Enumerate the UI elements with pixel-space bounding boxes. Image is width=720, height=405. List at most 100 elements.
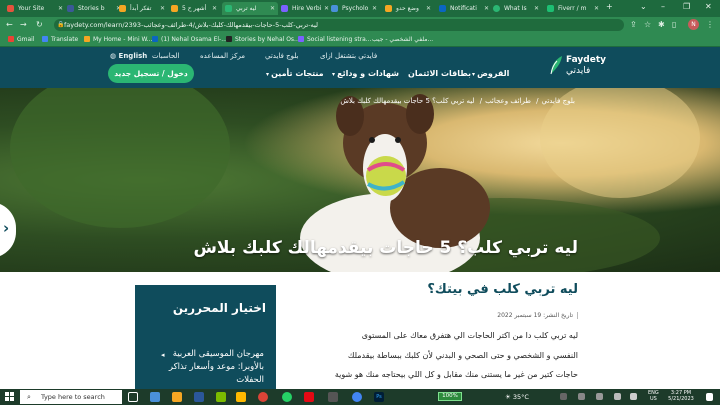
app-icon[interactable] <box>172 392 182 402</box>
close-icon[interactable]: ✕ <box>534 2 539 15</box>
extensions-icon[interactable]: ✱ <box>658 20 665 30</box>
minimize-icon[interactable]: – <box>661 2 665 11</box>
tray-icon[interactable] <box>578 393 585 400</box>
close-icon[interactable]: ✕ <box>594 2 599 15</box>
link-help-center[interactable]: مركز المساعده <box>200 52 245 60</box>
bookmarks-bar: Gmail Translate My Home - Mini W... (1) … <box>0 33 720 47</box>
tray-icon[interactable] <box>596 393 603 400</box>
bookmark-gmail[interactable]: Gmail <box>8 33 35 47</box>
photoshop-icon[interactable]: Ps <box>374 392 384 402</box>
app-icon[interactable] <box>352 392 362 402</box>
logo-text-ar[interactable]: فايدتي <box>566 66 590 76</box>
weather-widget[interactable]: ☀ 35°C <box>505 390 529 404</box>
browser-tab[interactable]: Fiverr / m ✕ <box>544 2 602 15</box>
publish-date: تاريخ النشر: 19 سبتمبر 2022 <box>497 312 578 319</box>
tray-icon[interactable] <box>560 393 567 400</box>
hero-banner: بلوج فايدتي/ طرائف وعجائب/ ليه تربي كلب؟… <box>0 88 720 272</box>
share-icon[interactable]: ⇪ <box>630 20 637 30</box>
tab-search-icon[interactable]: ⌄ <box>640 2 647 11</box>
nav-savings[interactable]: ▾ شهادات و ودائع <box>332 69 399 78</box>
browser-tab[interactable]: Notificati ✕ <box>436 2 492 15</box>
task-view-icon[interactable] <box>128 392 138 402</box>
editors-picks-panel: اختيار المحررين مهرجان الموسيقى العربية … <box>135 285 276 389</box>
taskbar-search-input[interactable]: ⌕ Type here to search <box>20 390 122 404</box>
tab-favicon <box>385 5 392 12</box>
bookmark-my-home[interactable]: My Home - Mini W... <box>84 33 153 47</box>
link-calculators[interactable]: الحاسبات <box>152 52 179 60</box>
browser-tab[interactable]: وضع حدو ✕ <box>382 2 434 15</box>
app-icon[interactable] <box>194 392 204 402</box>
browser-tab[interactable]: What Is ✕ <box>490 2 542 15</box>
editors-pick-link[interactable]: مهرجان الموسيقى العربية بالأوبرا: موعد و… <box>164 348 264 387</box>
nav-credit-cards[interactable]: بطاقات الائتمان <box>408 69 471 78</box>
url-text[interactable]: faydety.com/learn/2393-ليه-تربي-كلب-5-حا… <box>64 19 318 31</box>
app-icon[interactable] <box>304 392 314 402</box>
login-register-button[interactable]: دخول / تسجيل جديد <box>108 64 194 83</box>
bookmark-translate[interactable]: Translate <box>42 33 78 47</box>
browser-tab-active[interactable]: ليه تربي ✕ <box>222 2 278 15</box>
menu-kebab-icon[interactable]: ⋮ <box>706 20 714 30</box>
breadcrumb-item[interactable]: بلوج فايدتي <box>541 97 575 105</box>
reload-icon[interactable]: ↻ <box>36 20 43 30</box>
new-tab-icon[interactable]: + <box>606 2 613 11</box>
sidepanel-icon[interactable]: ▯ <box>672 20 676 30</box>
search-icon: ⌕ <box>27 393 31 401</box>
close-icon[interactable]: ✕ <box>484 2 489 15</box>
app-icon[interactable] <box>216 392 226 402</box>
tab-favicon <box>7 5 14 12</box>
bookmark-stories[interactable]: Stories by Nehal Os... <box>226 33 300 47</box>
logo-text-en[interactable]: Faydety <box>566 55 606 65</box>
close-icon[interactable]: ✕ <box>372 2 377 15</box>
input-language-indicator[interactable]: ENG US <box>648 390 659 402</box>
tab-favicon <box>331 5 338 12</box>
system-clock[interactable]: 3:27 PM 5/21/2023 <box>664 390 698 402</box>
windows-start-icon[interactable] <box>5 392 14 401</box>
app-icon[interactable] <box>328 392 338 402</box>
back-icon[interactable]: ← <box>6 20 13 30</box>
close-icon[interactable]: ✕ <box>270 2 275 15</box>
tab-favicon <box>225 5 232 12</box>
nav-loans[interactable]: ▾ القروض <box>472 69 509 78</box>
close-window-icon[interactable]: ✕ <box>705 2 712 11</box>
weather-icon: ☀ <box>505 393 513 401</box>
profile-avatar[interactable]: N <box>688 19 699 30</box>
close-icon[interactable]: ✕ <box>58 2 63 15</box>
bookmark-star-icon[interactable]: ☆ <box>644 20 651 30</box>
browser-tab[interactable]: Your Site ✕ <box>4 2 66 15</box>
notifications-icon[interactable] <box>706 393 713 401</box>
close-icon[interactable]: ✕ <box>426 2 431 15</box>
browser-tab[interactable]: Psycholo ✕ <box>328 2 380 15</box>
app-icon[interactable] <box>150 392 160 402</box>
battery-indicator[interactable]: 100% <box>438 392 462 401</box>
app-icon[interactable] <box>236 392 246 402</box>
tab-favicon <box>171 5 178 12</box>
volume-icon[interactable] <box>630 393 637 400</box>
link-blog[interactable]: بلوج فايدتي <box>265 52 299 60</box>
close-icon[interactable]: ✕ <box>160 2 165 15</box>
browser-tab[interactable]: Stories b✕ <box>64 2 124 15</box>
forward-icon[interactable]: → <box>20 20 27 30</box>
link-how-it-works[interactable]: فايدتي بتشتغل ازاى <box>320 52 377 60</box>
bookmark-social-listening[interactable]: Social listening stra... <box>298 33 372 47</box>
language-switch[interactable]: ◍ English <box>110 52 147 60</box>
bookmark-linkedin[interactable]: (1) Nehal Osama El-... <box>152 33 227 47</box>
tab-favicon <box>439 5 446 12</box>
whatsapp-icon[interactable] <box>282 392 292 402</box>
restore-icon[interactable]: ❐ <box>683 2 690 11</box>
browser-tab[interactable]: تفكر أبدأ ✕ <box>116 2 168 15</box>
faydety-logo-icon[interactable] <box>548 54 564 76</box>
nav-insurance[interactable]: ▾ منتجات تأمين <box>266 69 324 78</box>
browser-tab[interactable]: Hire Verbi ✕ <box>278 2 332 15</box>
bookmark-profile[interactable]: ملفي الشخصي - جيب... <box>372 33 433 47</box>
carousel-prev-icon[interactable]: ◂ <box>161 351 165 359</box>
browser-tab[interactable]: 5 أشهر ح ✕ <box>168 2 220 15</box>
breadcrumb-item[interactable]: طرائف وعجائب <box>485 97 531 105</box>
article-paragraph-line: النفسي و الشخصي و حتى الصحي و البدني لأن… <box>347 351 578 360</box>
wifi-icon[interactable] <box>614 393 621 400</box>
article-paragraph-line: ليه تربي كلب دا من اكتر الحاجات الي هتفر… <box>361 331 578 340</box>
address-bar[interactable]: 🔒 faydety.com/learn/2393-ليه-تربي-كلب-5-… <box>54 19 624 31</box>
article-heading: ليه تربي كلب في بيتك؟ <box>427 282 578 297</box>
chrome-icon[interactable] <box>258 392 268 402</box>
page-title: ليه تربي كلب؟ 5 حاجات بيقدمهالك كلبك بلا… <box>193 238 578 258</box>
close-icon[interactable]: ✕ <box>212 2 217 15</box>
